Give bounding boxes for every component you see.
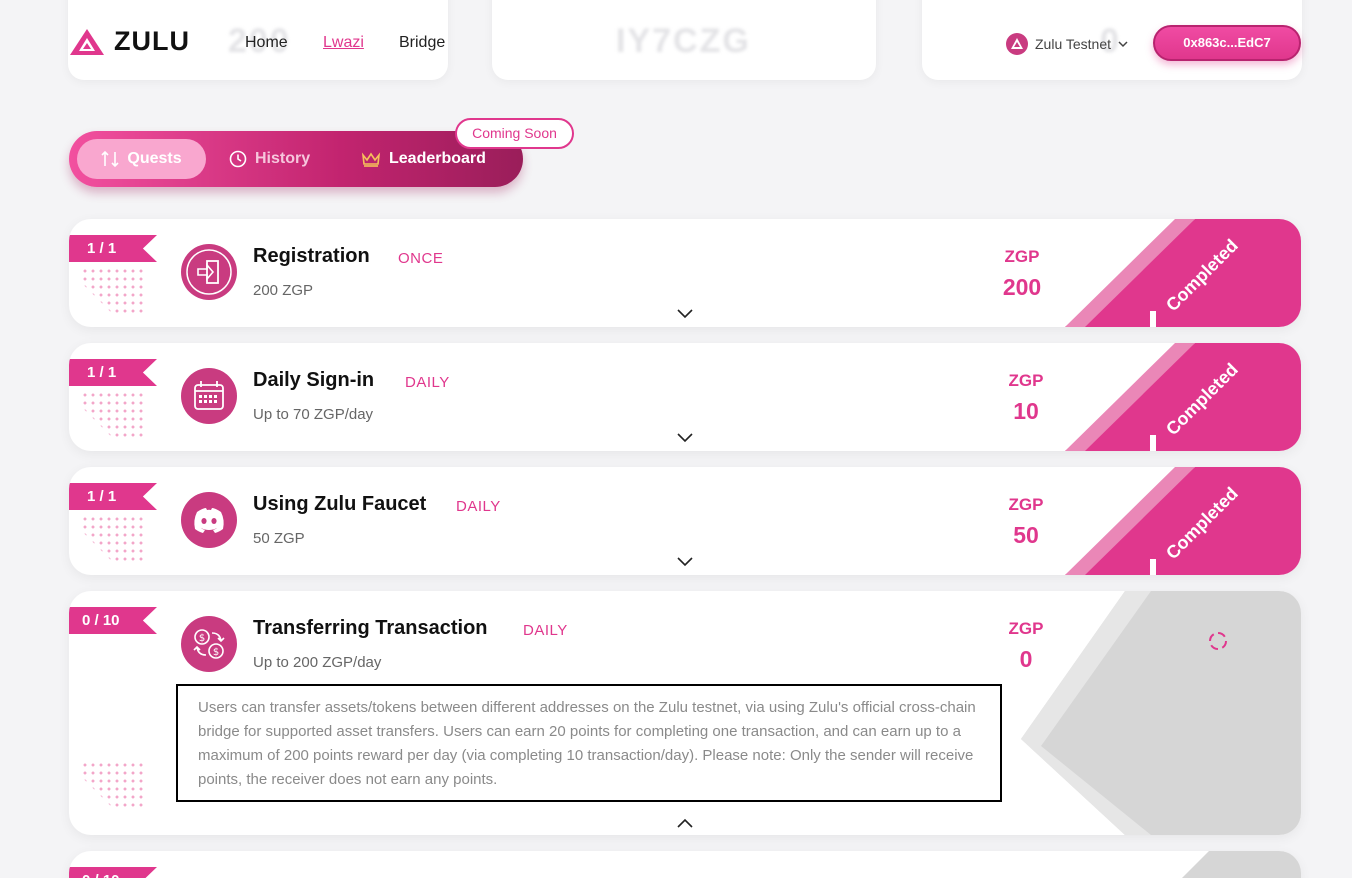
- svg-text:$: $: [199, 633, 205, 644]
- network-logo-icon: [1006, 33, 1028, 55]
- chevron-down-icon: [1118, 40, 1128, 47]
- chevron-up-icon[interactable]: [676, 818, 694, 829]
- completed-ribbon: [1065, 343, 1301, 451]
- quest-card: 1 / 1 Using Zulu Faucet DAILY 50 ZGP ZGP…: [69, 467, 1301, 575]
- quest-frequency: DAILY: [523, 622, 568, 639]
- progress-badge: 0 / 10: [69, 867, 157, 878]
- quest-subtitle: Up to 200 ZGP/day: [253, 654, 382, 671]
- progress-badge: 1 / 1: [69, 235, 157, 262]
- quest-title: Using Zulu Faucet: [253, 493, 427, 515]
- svg-text:$: $: [213, 647, 219, 658]
- nav-bridge[interactable]: Bridge: [399, 34, 445, 52]
- decorative-dots: [81, 761, 145, 811]
- quest-description: Users can transfer assets/tokens between…: [176, 684, 1002, 802]
- zgp-value: 50: [1013, 522, 1039, 548]
- decorative-dots: [81, 267, 145, 317]
- decorative-dots: [81, 515, 145, 565]
- tab-history[interactable]: History: [229, 139, 310, 179]
- calendar-icon: [194, 381, 224, 410]
- top-header: ZULU Home Lwazi Bridge Zulu Testnet 0x86…: [0, 0, 1352, 90]
- completed-ribbon: [1065, 219, 1301, 327]
- zgp-label: ZGP: [1008, 371, 1044, 390]
- zgp-label: ZGP: [1004, 247, 1040, 266]
- quest-card: 0 / 10 $ $ Transferring Transaction DAIL…: [69, 591, 1301, 835]
- loading-icon: [1209, 632, 1227, 650]
- chevron-down-icon[interactable]: [676, 556, 694, 567]
- completed-ribbon: [1065, 467, 1301, 575]
- crown-icon: [361, 152, 381, 167]
- quest-subtitle: Up to 70 ZGP/day: [253, 406, 374, 423]
- progress-badge: 0 / 10: [69, 607, 157, 634]
- tab-label: Quests: [127, 150, 182, 167]
- tab-label: History: [255, 150, 311, 167]
- progress-badge: 1 / 1: [69, 483, 157, 510]
- logo-text: ZULU: [114, 26, 190, 56]
- quest-icon: [181, 368, 237, 424]
- quest-card: 1 / 1 Registration ONCE 200 ZGP ZGP 200 …: [69, 219, 1301, 327]
- login-icon: [186, 249, 232, 295]
- quest-card: 1 / 1 Daily Sign-in DAILY Up to 70 ZGP/d…: [69, 343, 1301, 451]
- quest-icon: [181, 492, 237, 548]
- quest-title: Daily Sign-in: [253, 369, 375, 391]
- clock-icon: [229, 150, 247, 168]
- exchange-icon: $ $: [193, 629, 225, 659]
- pending-ribbon: [1021, 591, 1301, 835]
- zgp-label: ZGP: [1008, 495, 1044, 514]
- zulu-logo-icon: [70, 28, 104, 55]
- coming-soon-badge: Coming Soon: [455, 118, 574, 149]
- decorative-dots: [81, 391, 145, 441]
- quest-frequency: DAILY: [456, 498, 501, 515]
- quest-icon: $ $: [181, 616, 237, 672]
- progress-badge: 1 / 1: [69, 359, 157, 386]
- discord-icon: [194, 508, 224, 533]
- quest-card: 0 / 10: [69, 851, 1301, 878]
- quest-frequency: ONCE: [398, 250, 444, 267]
- quest-icon: [181, 244, 237, 300]
- network-label: Zulu Testnet: [1035, 36, 1112, 52]
- nav-home[interactable]: Home: [245, 34, 288, 52]
- quest-title: Transferring Transaction: [253, 617, 488, 639]
- quest-frequency: DAILY: [405, 374, 450, 391]
- zgp-value: 10: [1013, 398, 1039, 424]
- chevron-down-icon[interactable]: [676, 432, 694, 443]
- chevron-down-icon[interactable]: [676, 308, 694, 319]
- nav-lwazi[interactable]: Lwazi: [323, 34, 364, 52]
- quest-subtitle: 50 ZGP: [253, 530, 305, 547]
- quest-subtitle: 200 ZGP: [253, 282, 314, 299]
- quests-icon: [101, 150, 119, 168]
- zgp-value: 200: [1002, 274, 1042, 300]
- wallet-address-button[interactable]: 0x863c...EdC7: [1153, 25, 1301, 61]
- quest-tabs: Quests History Leaderboard: [69, 131, 523, 187]
- pending-ribbon: [1182, 851, 1301, 878]
- tab-quests[interactable]: Quests: [77, 139, 206, 179]
- zulu-logo[interactable]: ZULU: [68, 26, 190, 57]
- network-selector[interactable]: Zulu Testnet: [1006, 33, 1128, 55]
- quest-title: Registration: [253, 245, 370, 267]
- tab-label: Leaderboard: [389, 150, 486, 167]
